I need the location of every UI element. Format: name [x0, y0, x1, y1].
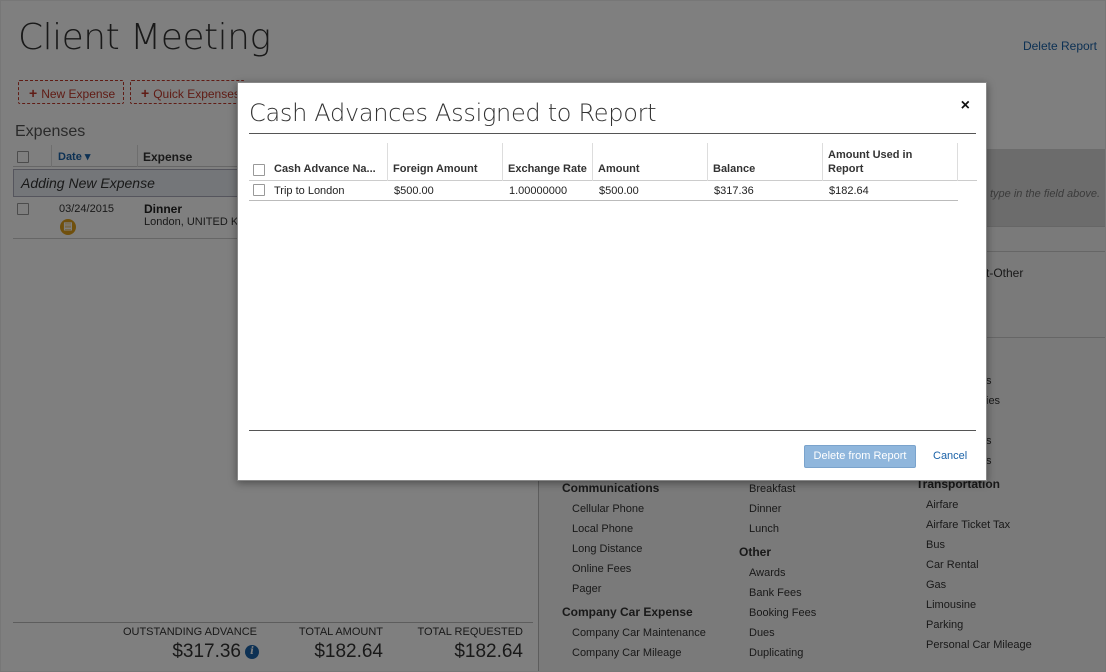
- cell-name: Trip to London: [274, 185, 345, 197]
- col-amount-used[interactable]: Amount Used in Report: [828, 148, 938, 176]
- dialog-title: Cash Advances Assigned to Report: [249, 99, 657, 127]
- divider: [957, 143, 958, 181]
- divider: [249, 133, 976, 134]
- divider: [707, 143, 708, 181]
- col-exchange-rate[interactable]: Exchange Rate: [508, 162, 587, 176]
- cell-balance: $317.36: [714, 185, 754, 197]
- table-header: Cash Advance Na... Foreign Amount Exchan…: [249, 143, 977, 181]
- divider: [822, 143, 823, 181]
- app-frame: Client Meeting Delete Report +New Expens…: [0, 0, 1106, 672]
- close-icon[interactable]: ×: [961, 97, 970, 115]
- cash-advances-dialog: Cash Advances Assigned to Report × Cash …: [237, 82, 987, 481]
- cell-amount-used: $182.64: [829, 185, 869, 197]
- divider: [502, 143, 503, 181]
- cancel-link[interactable]: Cancel: [933, 450, 967, 462]
- col-foreign-amount[interactable]: Foreign Amount: [393, 162, 478, 176]
- col-amount[interactable]: Amount: [598, 162, 640, 176]
- cell-exchange-rate: 1.00000000: [509, 185, 568, 197]
- cell-amount: $500.00: [599, 185, 639, 197]
- divider: [592, 143, 593, 181]
- delete-from-report-button[interactable]: Delete from Report: [804, 445, 916, 468]
- table-row[interactable]: Trip to London $500.00 1.00000000 $500.0…: [249, 181, 958, 201]
- cell-foreign-amount: $500.00: [394, 185, 434, 197]
- divider: [249, 430, 976, 431]
- row-checkbox[interactable]: [253, 184, 265, 196]
- divider: [387, 143, 388, 181]
- col-balance[interactable]: Balance: [713, 162, 755, 176]
- col-cash-advance-name[interactable]: Cash Advance Na...: [274, 162, 376, 176]
- select-all-checkbox[interactable]: [253, 164, 265, 176]
